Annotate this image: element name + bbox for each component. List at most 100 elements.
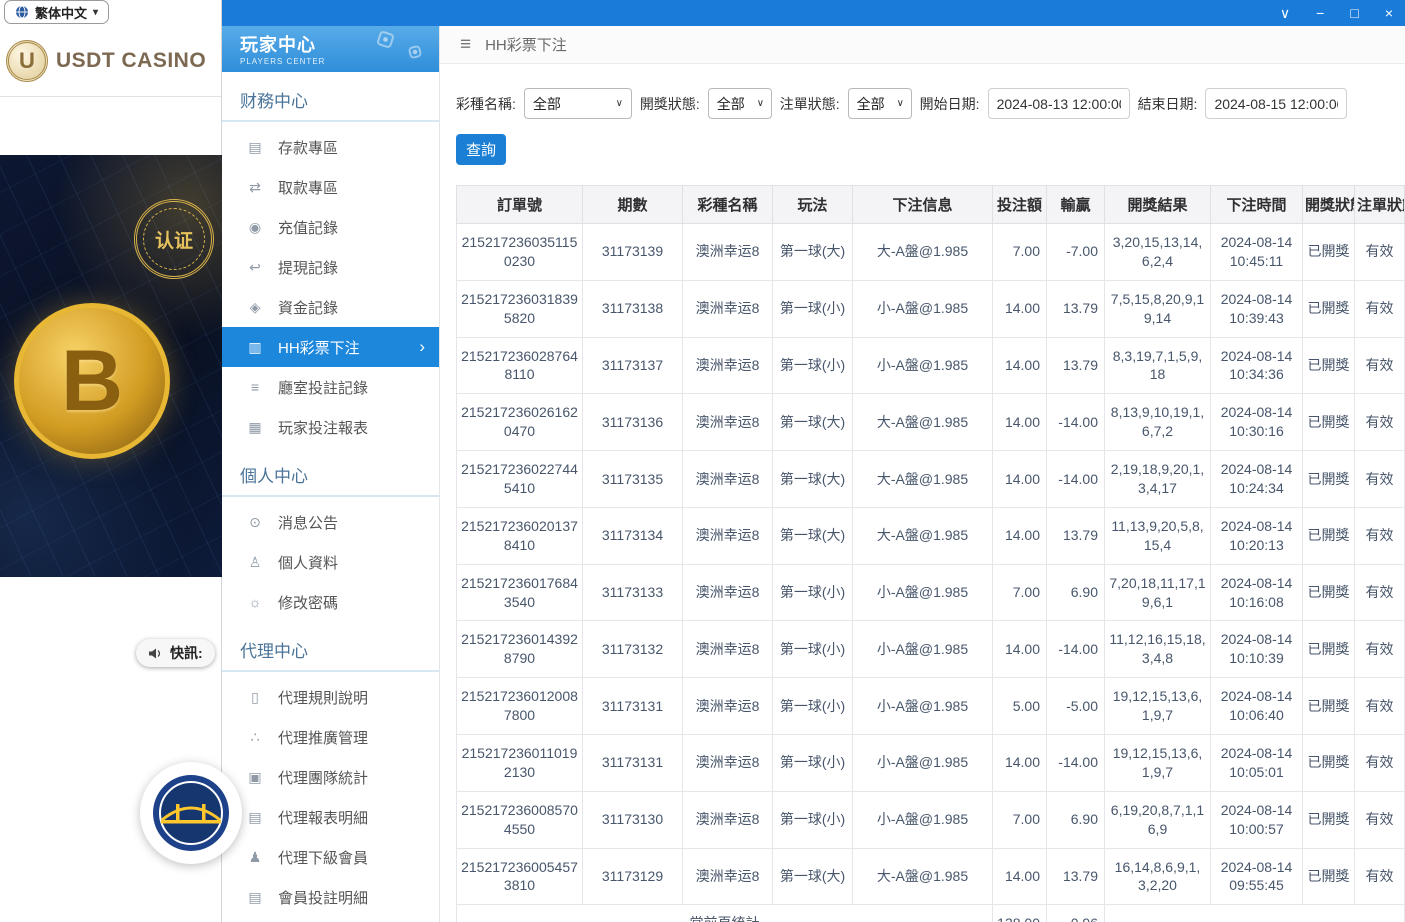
section-title-finance: 财務中心	[222, 72, 439, 122]
cell-order-status: 有效	[1355, 337, 1405, 394]
bitcoin-banner: B 认证	[0, 155, 222, 577]
sidebar-item-label: 取款專區	[278, 177, 338, 198]
sidebar-item-member-transaction-details[interactable]: ▥ 會員交易明細	[222, 917, 439, 922]
cell-bet-info: 小-A盤@1.985	[853, 735, 993, 792]
sidebar-item-announcements[interactable]: ⊙ 消息公告	[222, 502, 439, 542]
sidebar-item-fund-records[interactable]: ◈ 資金記錄	[222, 287, 439, 327]
table-row: 2152172360143928790 31173132 澳洲幸运8 第一球(小…	[457, 621, 1405, 678]
cell-time: 2024-08-14 10:00:57	[1211, 791, 1303, 848]
sidebar-item-label: 玩家投注報表	[278, 417, 368, 438]
cell-win-loss: 13.79	[1047, 337, 1105, 394]
sidebar: 玩家中心 PLAYERS CENTER 财務中心 ▤ 存款專區 ⇄ 取款專區 ◉…	[222, 26, 440, 922]
table-header-row: 訂單號 期數 彩種名稱 玩法 下注信息 投注額 輸贏 開獎結果 下注時間 開獎狀…	[457, 186, 1405, 224]
sidebar-item-label: 存款專區	[278, 137, 338, 158]
col-order-status: 注單狀態	[1355, 186, 1405, 224]
sidebar-item-room-bet-records[interactable]: ≡ 廳室投註記錄	[222, 367, 439, 407]
sidebar-item-label: 代理報表明細	[278, 807, 368, 828]
hamburger-menu-icon[interactable]: ≡	[460, 34, 471, 56]
cell-order: 2152172360110192130	[457, 735, 583, 792]
app-window: ∨ − □ × 玩家中心 PLAYERS CENTER 财務中心 ▤ 存款專區 …	[222, 0, 1405, 922]
cell-win-loss: 13.79	[1047, 507, 1105, 564]
cell-play: 第一球(小)	[773, 621, 853, 678]
cell-time: 2024-08-14 10:30:16	[1211, 394, 1303, 451]
cell-win-loss: -14.00	[1047, 394, 1105, 451]
cell-bet-info: 大-A盤@1.985	[853, 224, 993, 281]
cell-period: 31173132	[583, 621, 683, 678]
cell-period: 31173131	[583, 678, 683, 735]
speaker-icon	[148, 647, 163, 660]
cell-amount: 7.00	[993, 791, 1047, 848]
sidebar-item-recharge-records[interactable]: ◉ 充值記錄	[222, 207, 439, 247]
cell-lottery: 澳洲幸运8	[683, 337, 773, 394]
cell-order-status: 有效	[1355, 224, 1405, 281]
withdraw-icon: ⇄	[246, 179, 264, 196]
news-ticker[interactable]: 快訊:	[136, 639, 215, 667]
section-title-personal: 個人中心	[222, 447, 439, 497]
language-selector[interactable]: 繁体中文 ▾	[4, 0, 109, 24]
col-bet-info: 下注信息	[853, 186, 993, 224]
col-period: 期數	[583, 186, 683, 224]
cell-lottery: 澳洲幸运8	[683, 848, 773, 905]
cell-time: 2024-08-14 10:39:43	[1211, 280, 1303, 337]
cell-time: 2024-08-14 09:55:45	[1211, 848, 1303, 905]
table-row: 2152172360054573810 31173129 澳洲幸运8 第一球(大…	[457, 848, 1405, 905]
cell-time: 2024-08-14 10:45:11	[1211, 224, 1303, 281]
cell-period: 31173136	[583, 394, 683, 451]
sidebar-item-player-bet-report[interactable]: ▦ 玩家投注報表	[222, 407, 439, 447]
cell-bet-info: 大-A盤@1.985	[853, 507, 993, 564]
sidebar-item-agent-rules[interactable]: ▯ 代理規則說明	[222, 677, 439, 717]
start-date-input[interactable]	[988, 88, 1130, 119]
cell-order-status: 有效	[1355, 735, 1405, 792]
lottery-filter-select[interactable]: 全部 ∨	[524, 88, 632, 119]
sidebar-item-agent-team-stats[interactable]: ▣ 代理團隊統計	[222, 757, 439, 797]
filter-bar: 彩種名稱: 全部 ∨ 開獎狀態: 全部 ∨ 注單狀態: 全部 ∨ 開始日期: 結…	[440, 64, 1405, 119]
sidebar-item-withdraw[interactable]: ⇄ 取款專區	[222, 167, 439, 207]
summary-empty	[1105, 905, 1405, 922]
cell-period: 31173129	[583, 848, 683, 905]
cell-order: 2152172360054573810	[457, 848, 583, 905]
stats-icon: ▣	[246, 769, 264, 786]
language-label: 繁体中文	[35, 3, 87, 22]
sidebar-item-cashout-records[interactable]: ↩ 提現記錄	[222, 247, 439, 287]
room-records-icon: ≡	[246, 379, 264, 395]
minimize-button[interactable]: −	[1316, 6, 1324, 20]
cell-order: 2152172360318395820	[457, 280, 583, 337]
sidebar-item-profile[interactable]: ♙ 個人資料	[222, 542, 439, 582]
start-date-label: 開始日期:	[920, 94, 980, 114]
sidebar-item-agent-report-details[interactable]: ▤ 代理報表明細	[222, 797, 439, 837]
sidebar-item-agent-promotion[interactable]: ∴ 代理推廣管理	[222, 717, 439, 757]
maximize-button[interactable]: □	[1350, 6, 1358, 20]
sidebar-item-member-bet-details[interactable]: ▤ 會員投註明細	[222, 877, 439, 917]
cell-order: 2152172360287648110	[457, 337, 583, 394]
close-button[interactable]: ×	[1385, 6, 1393, 20]
cell-period: 31173134	[583, 507, 683, 564]
sidebar-item-hh-lottery-bets[interactable]: ▥ HH彩票下注 ›	[222, 327, 439, 367]
cell-order-status: 有效	[1355, 678, 1405, 735]
sidebar-item-deposit[interactable]: ▤ 存款專區	[222, 127, 439, 167]
members-icon: ♟	[246, 849, 264, 866]
cell-period: 31173137	[583, 337, 683, 394]
chevron-down-icon: ∨	[616, 98, 623, 109]
cell-draw-status: 已開獎	[1303, 621, 1355, 678]
end-date-input[interactable]	[1205, 88, 1347, 119]
cell-bet-info: 小-A盤@1.985	[853, 280, 993, 337]
summary-row: 當前頁統計 138.00 0.96	[457, 905, 1405, 922]
order-status-filter-select[interactable]: 全部 ∨	[848, 88, 912, 119]
draw-status-filter-select[interactable]: 全部 ∨	[708, 88, 772, 119]
sidebar-item-label: 消息公告	[278, 512, 338, 533]
col-order: 訂單號	[457, 186, 583, 224]
cell-lottery: 澳洲幸运8	[683, 678, 773, 735]
cell-time: 2024-08-14 10:34:36	[1211, 337, 1303, 394]
search-button[interactable]: 查詢	[456, 134, 506, 165]
cell-result: 7,20,18,11,17,19,6,1	[1105, 564, 1211, 621]
cell-amount: 14.00	[993, 337, 1047, 394]
cell-draw-status: 已開獎	[1303, 280, 1355, 337]
window-dropdown-button[interactable]: ∨	[1280, 6, 1290, 20]
main-content: ≡ HH彩票下注 彩種名稱: 全部 ∨ 開獎狀態: 全部 ∨ 注單狀態: 全部 …	[440, 26, 1405, 922]
cell-order-status: 有效	[1355, 791, 1405, 848]
summary-label: 當前頁統計	[457, 905, 993, 922]
cell-order-status: 有效	[1355, 394, 1405, 451]
sidebar-item-change-password[interactable]: ☼ 修改密碼	[222, 582, 439, 622]
summary-bet-total: 138.00	[993, 905, 1047, 922]
sidebar-item-agent-sub-members[interactable]: ♟ 代理下級會員	[222, 837, 439, 877]
